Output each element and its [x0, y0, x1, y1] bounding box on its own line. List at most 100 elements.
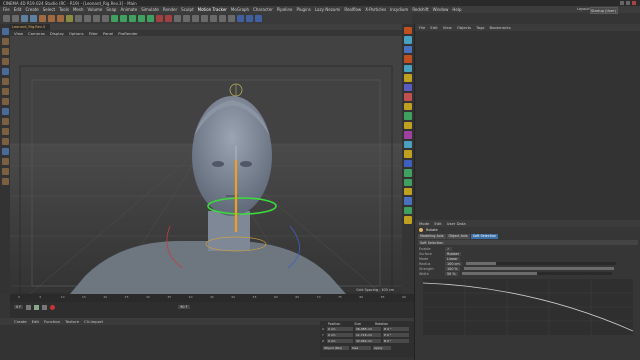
menu-item-edit[interactable]: Edit — [14, 7, 22, 12]
viewport[interactable]: View Cameras Display Options Filter Panel ProR… — [10, 24, 402, 294]
toolbar-tool-icon[interactable] — [84, 15, 91, 22]
left-tool-icon[interactable] — [1, 38, 9, 45]
apply-button[interactable]: Apply — [373, 346, 391, 350]
toolbar-tool-icon[interactable] — [102, 15, 109, 22]
object-manager-menu-view[interactable]: View — [443, 25, 452, 30]
left-tool-icon[interactable] — [1, 78, 9, 85]
right-tool-icon[interactable] — [404, 197, 412, 205]
attribute-menu-user-data[interactable]: User Data — [447, 221, 466, 226]
right-tool-icon[interactable] — [404, 187, 412, 196]
left-tool-icon[interactable] — [1, 148, 9, 155]
menu-item-animate[interactable]: Animate — [120, 7, 137, 12]
coord-size-field[interactable]: 36.085 cm — [355, 327, 381, 331]
viewport-tab[interactable]: Leonard_Rig.Rev.3 — [10, 24, 50, 30]
right-tool-icon[interactable] — [404, 169, 412, 177]
menu-item-help[interactable]: Help — [452, 7, 461, 12]
attribute-tab-modeling-axis[interactable]: Modeling Axis — [418, 233, 446, 239]
left-tool-icon[interactable] — [1, 98, 9, 105]
right-tool-icon[interactable] — [404, 45, 412, 54]
right-tool-icon[interactable] — [404, 150, 412, 158]
attribute-slider[interactable] — [463, 267, 614, 270]
viewport-menu-view[interactable]: View — [14, 31, 23, 36]
toolbar-tool-icon[interactable] — [228, 15, 235, 22]
menu-item-character[interactable]: Character — [253, 7, 273, 12]
toolbar-tool-icon[interactable] — [201, 15, 208, 22]
toolbar-tool-icon[interactable] — [21, 15, 28, 22]
object-manager[interactable]: File Edit View Objects Tags Bookmarks — [414, 24, 640, 220]
menu-item-sculpt[interactable]: Sculpt — [181, 7, 194, 12]
material-menu-texture[interactable]: Texture — [65, 319, 79, 324]
left-tool-icon[interactable] — [1, 108, 9, 115]
attribute-value[interactable]: Linear — [445, 256, 460, 261]
right-tool-icon[interactable] — [404, 102, 412, 111]
coord-mode-select[interactable]: Object (Rel) — [323, 346, 349, 350]
toolbar-tool-icon[interactable] — [174, 15, 181, 22]
right-tool-icon[interactable] — [404, 216, 412, 224]
coord-size-field[interactable]: 32.064 cm — [355, 339, 381, 343]
menu-item-window[interactable]: Window — [433, 7, 449, 12]
window-controls[interactable] — [620, 1, 638, 5]
viewport-menu-prorender[interactable]: ProRender — [118, 31, 138, 36]
toolbar-tool-icon[interactable] — [120, 15, 127, 22]
menu-item-create[interactable]: Create — [25, 7, 38, 12]
coord-size-select[interactable]: Size — [351, 346, 371, 350]
toolbar-tool-icon[interactable] — [255, 15, 262, 22]
viewport-menu-options[interactable]: Options — [69, 31, 84, 36]
attribute-menu-edit[interactable]: Edit — [434, 221, 441, 226]
close-icon[interactable] — [632, 1, 636, 5]
attribute-manager[interactable]: Mode Edit User Data Rotate Modeling Axis Ob… — [414, 220, 640, 360]
menu-item-lazy-nezumi[interactable]: Lazy Nezumi — [315, 7, 341, 12]
toolbar-tool-icon[interactable] — [165, 15, 172, 22]
left-tool-icon[interactable] — [1, 178, 9, 185]
object-manager-menu-objects[interactable]: Objects — [457, 25, 471, 30]
layout-select[interactable]: Startup (User) — [590, 7, 618, 14]
toolbar-tool-icon[interactable] — [246, 15, 253, 22]
material-menu-function[interactable]: Function — [44, 319, 60, 324]
timeline[interactable]: 0 5 10 15 20 25 30 35 40 45 50 55 60 65 70 75 80 85 90 0 F… — [10, 294, 414, 318]
attribute-tab-soft-selection[interactable]: Soft Selection — [470, 233, 499, 239]
right-tool-icon[interactable] — [404, 64, 412, 73]
viewport-menu-cameras[interactable]: Cameras — [28, 31, 45, 36]
right-tool-icon[interactable] — [404, 206, 412, 215]
coord-pos-field[interactable]: 0 cm — [327, 327, 353, 331]
attribute-value[interactable]: 100 cm — [445, 261, 462, 266]
toolbar-tool-icon[interactable] — [147, 15, 154, 22]
viewport-menu-display[interactable]: Display — [50, 31, 64, 36]
toolbar-tool-icon[interactable] — [219, 15, 226, 22]
left-tool-icon[interactable] — [1, 48, 9, 55]
play-icon[interactable] — [34, 304, 40, 310]
left-tool-icon[interactable] — [1, 88, 9, 95]
right-tool-icon[interactable] — [404, 112, 412, 120]
minimize-icon[interactable] — [620, 1, 624, 5]
right-tool-icon[interactable] — [404, 140, 412, 149]
menu-item-realflow[interactable]: Realflow — [344, 7, 361, 12]
toolbar-tool-icon[interactable] — [48, 15, 55, 22]
end-frame-field[interactable]: 90 F — [178, 305, 190, 309]
menu-item-tools[interactable]: Tools — [59, 7, 69, 12]
left-tool-icon[interactable] — [1, 118, 9, 125]
attribute-value[interactable]: ✓ — [445, 246, 452, 251]
left-tool-icon[interactable] — [1, 168, 9, 175]
toolbar-tool-icon[interactable] — [111, 15, 118, 22]
menu-item-simulate[interactable]: Simulate — [141, 7, 159, 12]
toolbar-tool-icon[interactable] — [138, 15, 145, 22]
viewport-menu-panel[interactable]: Panel — [103, 31, 113, 36]
right-tool-icon[interactable] — [404, 121, 412, 130]
current-frame-field[interactable]: 0 F — [14, 305, 24, 309]
left-tool-icon[interactable] — [1, 68, 9, 75]
object-manager-menu-edit[interactable]: Edit — [430, 25, 437, 30]
attribute-value[interactable]: 100 % — [445, 266, 460, 271]
menu-item-insydium[interactable]: Insydium — [390, 7, 408, 12]
toolbar-tool-icon[interactable] — [93, 15, 100, 22]
toolbar-tool-icon[interactable] — [12, 15, 19, 22]
menu-item-mesh[interactable]: Mesh — [73, 7, 84, 12]
left-tool-icon[interactable] — [1, 128, 9, 135]
attribute-value[interactable]: Rubber — [445, 251, 462, 256]
forward-icon[interactable] — [42, 304, 48, 310]
left-tool-icon[interactable] — [1, 28, 9, 35]
attribute-value[interactable]: 50 % — [445, 271, 458, 276]
toolbar-tool-icon[interactable] — [156, 15, 163, 22]
left-tool-icon[interactable] — [1, 58, 9, 65]
menu-item-motion-tracker[interactable]: Motion Tracker — [198, 7, 227, 12]
right-tool-icon[interactable] — [404, 159, 412, 168]
